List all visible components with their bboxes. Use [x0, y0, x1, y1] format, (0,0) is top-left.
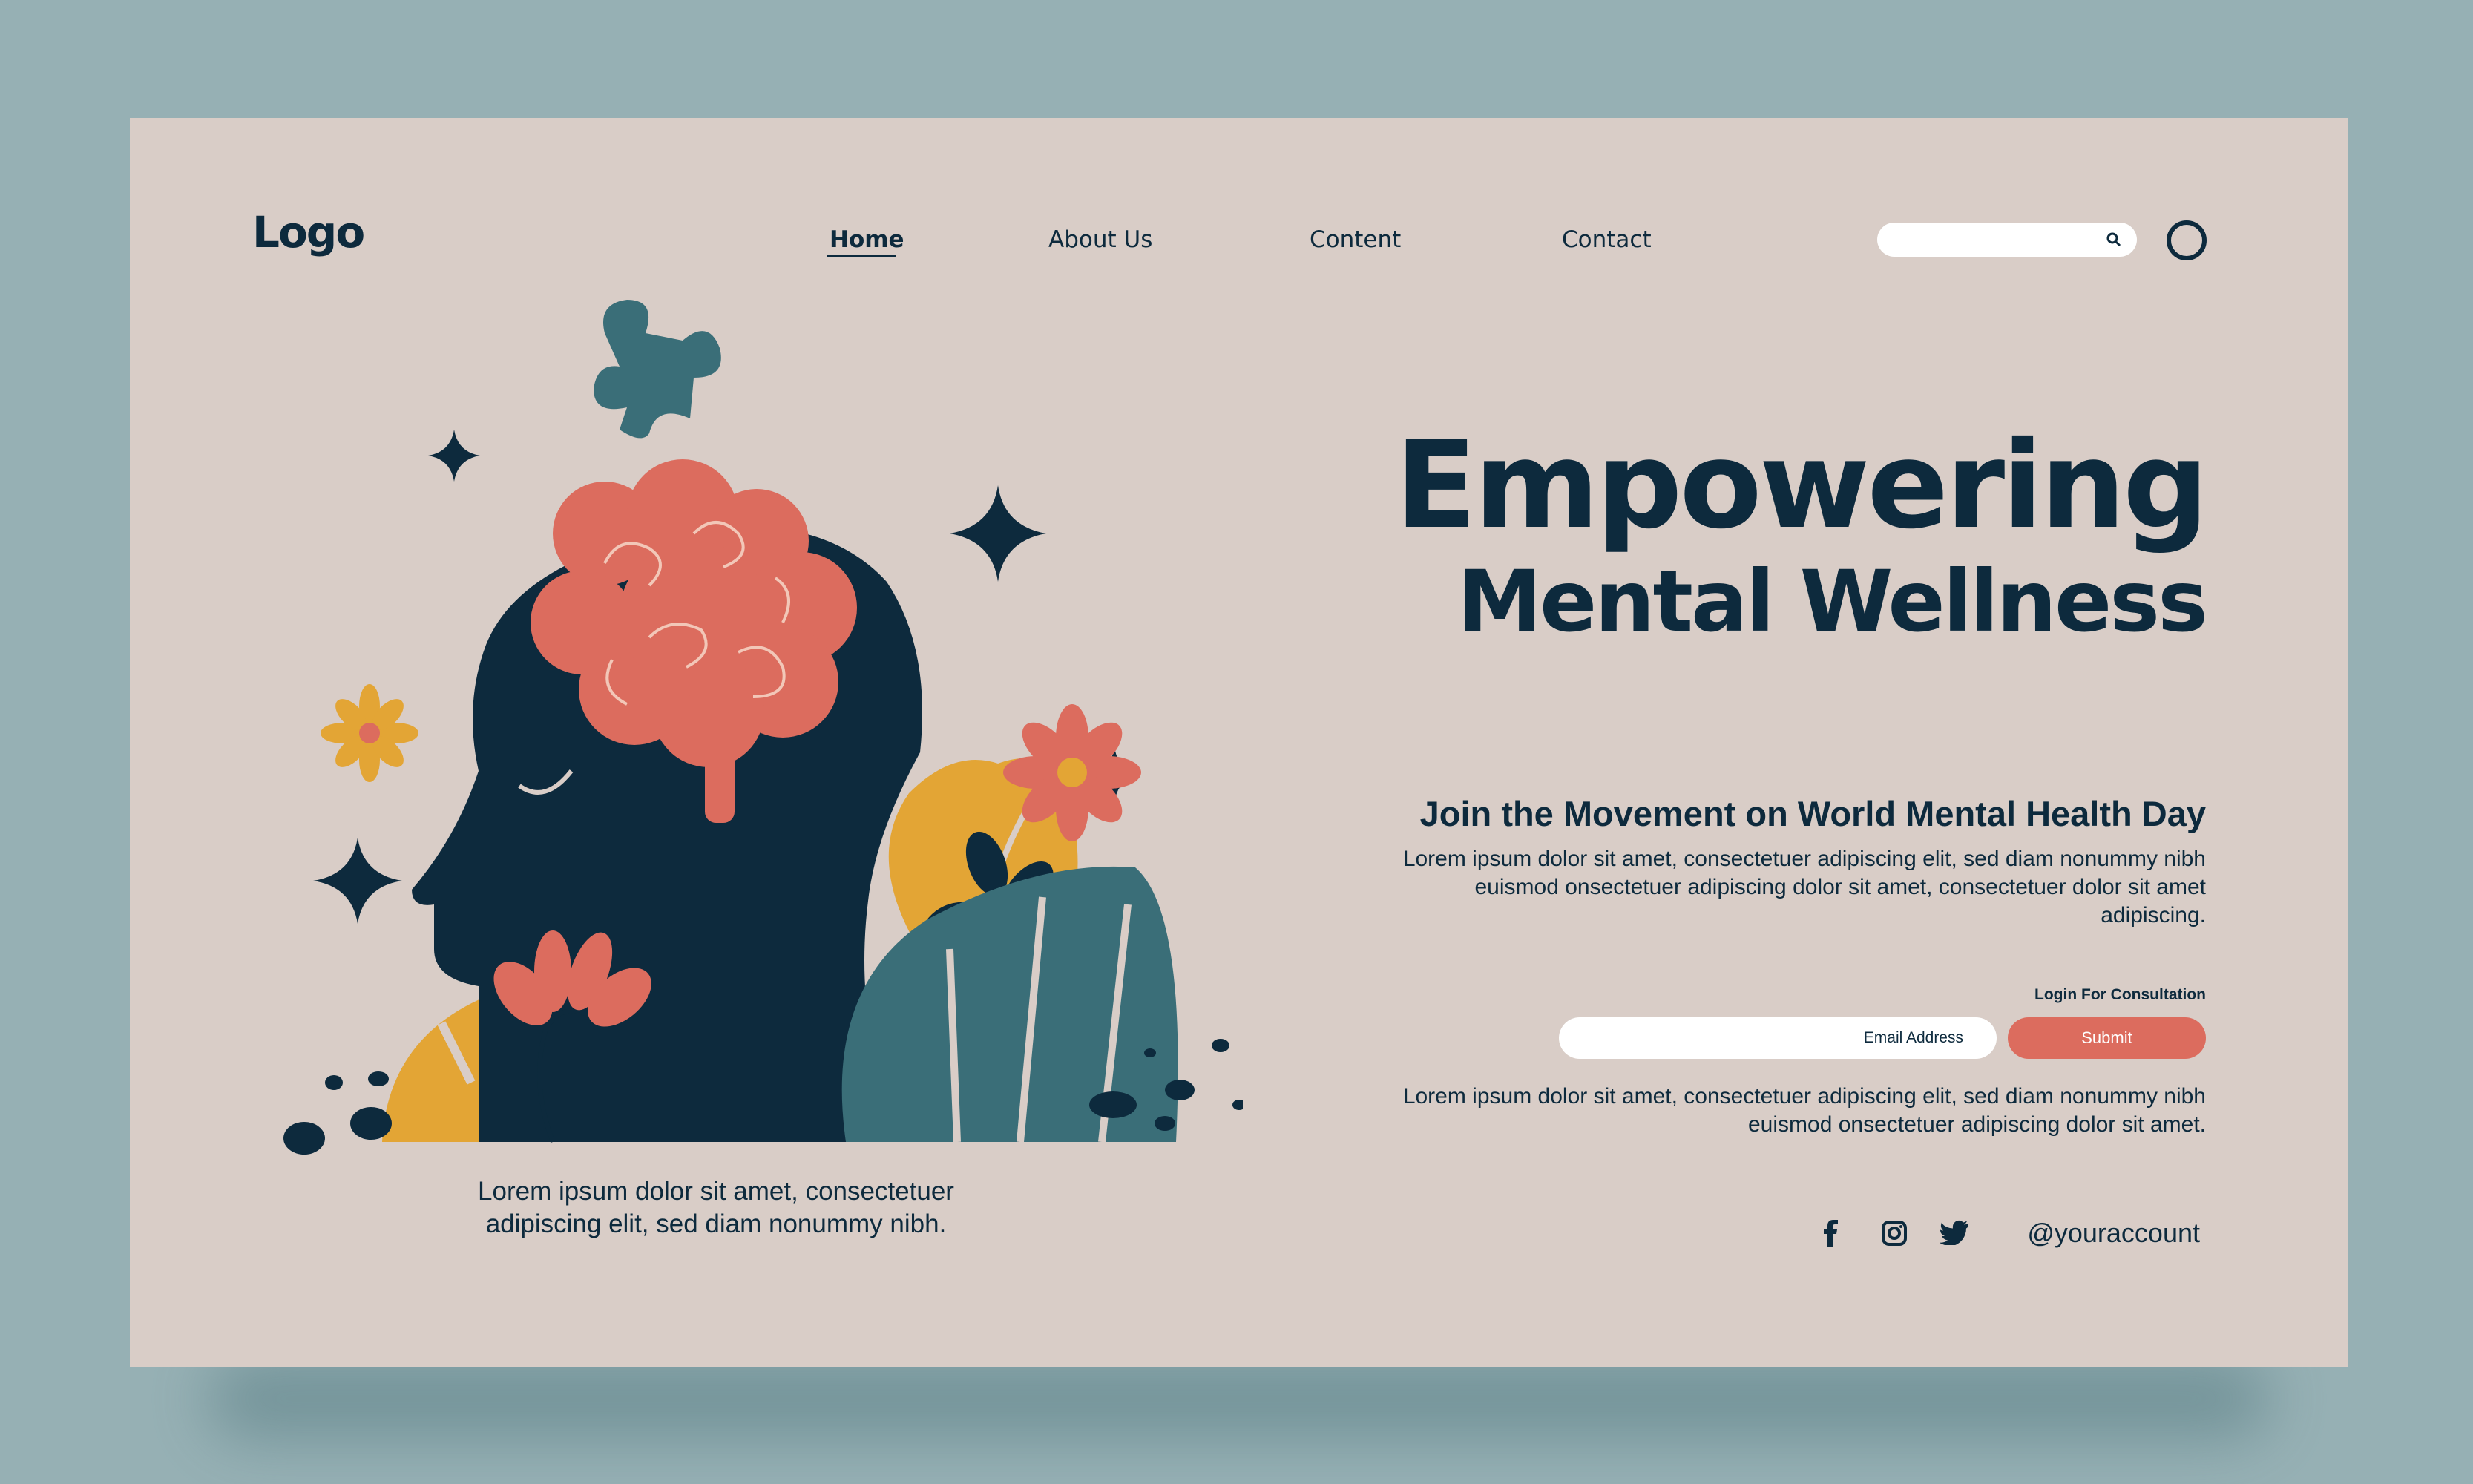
footer-paragraph: Lorem ipsum dolor sit amet, consectetuer…: [1402, 1084, 2206, 1137]
profile-circle-icon[interactable]: [2167, 220, 2207, 260]
mental-health-illustration: [283, 300, 1243, 1155]
email-field[interactable]: [1559, 1017, 1997, 1059]
search-icon[interactable]: [2106, 232, 2122, 248]
page-shadow: [208, 1358, 2270, 1439]
section-heading: Join the Movement on World Mental Health…: [1419, 794, 2206, 833]
search-input[interactable]: [1877, 223, 2137, 257]
section-paragraph: Lorem ipsum dolor sit amet, consectetuer…: [1402, 847, 2206, 928]
login-label: Login For Consultation: [2034, 986, 2206, 1003]
nav-content[interactable]: Content: [1310, 226, 1401, 253]
hero-title-line2: Mental Wellness: [1457, 552, 2208, 651]
instagram-icon[interactable]: [1881, 1220, 1908, 1247]
nav-contact[interactable]: Contact: [1562, 226, 1652, 253]
puzzle-piece-icon: [594, 300, 721, 439]
hero-title-line1: Empowering: [1395, 416, 2209, 556]
submit-button[interactable]: Submit: [2008, 1017, 2206, 1059]
social-handle[interactable]: @youraccount: [2027, 1218, 2200, 1249]
landing-page: Logo Home About Us Content Contact Lorem…: [130, 118, 2348, 1367]
sparkle-icon: [313, 838, 402, 924]
twitter-icon[interactable]: [1940, 1220, 1968, 1245]
illustration-caption: Lorem ipsum dolor sit amet, consectetuer…: [478, 1177, 954, 1238]
sparkle-icon: [428, 430, 480, 482]
yellow-flower-icon: [321, 684, 418, 782]
sparkle-icon: [950, 485, 1046, 582]
facebook-icon[interactable]: [1822, 1220, 1841, 1247]
